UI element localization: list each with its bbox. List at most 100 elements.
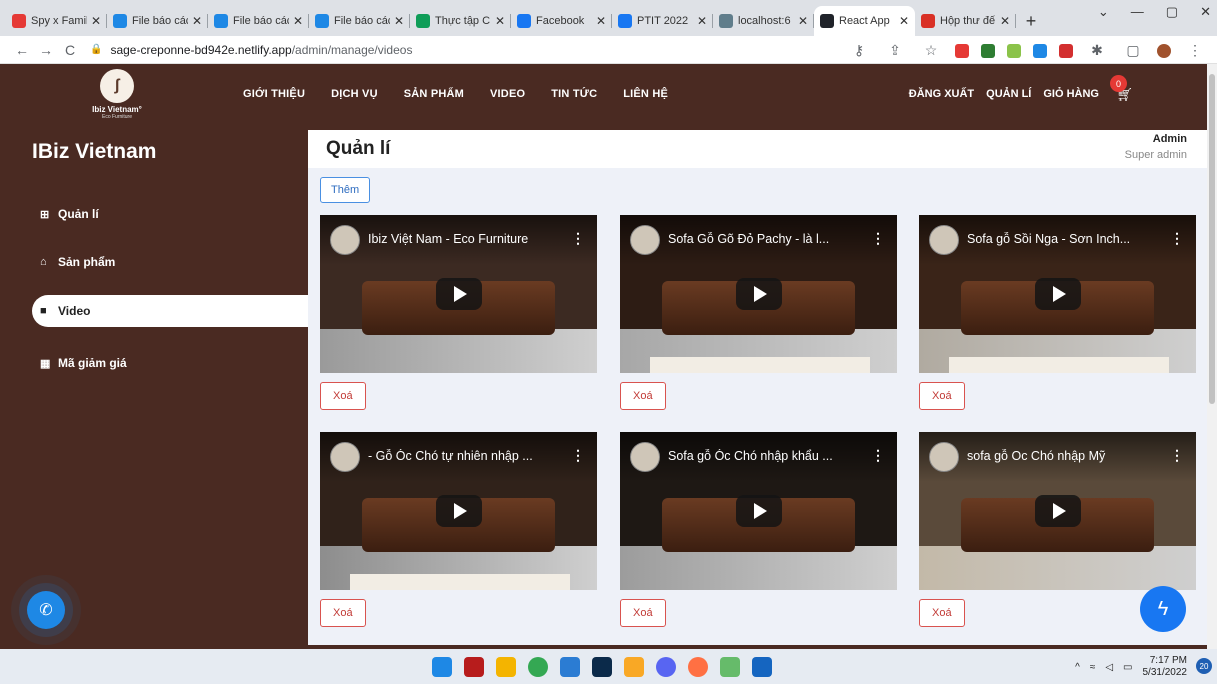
extension-icon[interactable] — [1059, 43, 1073, 58]
wifi-icon[interactable]: ≈ — [1090, 662, 1096, 673]
chrome-icon[interactable] — [528, 657, 548, 677]
browser-tab[interactable]: localhost:6 ✕ — [713, 6, 814, 36]
profile-avatar[interactable] — [1157, 43, 1171, 58]
site-logo[interactable]: ʃ Ibiz Vietnam° Eco Furniture — [72, 69, 162, 125]
nav-lien-he[interactable]: LIÊN HỆ — [623, 88, 668, 100]
video-title[interactable]: - Gỗ Óc Chó tự nhiên nhập ... — [368, 449, 567, 463]
browser-tab[interactable]: Thực tập C ✕ — [410, 6, 511, 36]
delete-video-button[interactable]: Xoá — [919, 382, 965, 410]
video-embed[interactable]: - Gỗ Óc Chó tự nhiên nhập ... ⋮ — [320, 432, 597, 590]
volume-icon[interactable]: ◁ — [1105, 662, 1113, 673]
puzzle-icon[interactable]: ✱ — [1085, 42, 1109, 59]
video-embed[interactable]: sofa gỗ Oc Chó nhập Mỹ ⋮ — [919, 432, 1196, 590]
more-options-icon[interactable]: ⋮ — [871, 230, 885, 247]
clock[interactable]: 7:17 PM 5/31/2022 — [1143, 655, 1188, 679]
video-embed[interactable]: Ibiz Việt Nam - Eco Furniture ⋮ — [320, 215, 597, 373]
more-options-icon[interactable]: ⋮ — [571, 230, 585, 247]
play-button-icon[interactable] — [735, 278, 782, 310]
tab-close-icon[interactable]: ✕ — [91, 14, 101, 28]
minimize-button[interactable]: — — [1131, 4, 1144, 20]
messenger-chat-button[interactable]: ϟ — [1140, 586, 1186, 632]
app-icon[interactable] — [624, 657, 644, 677]
video-embed[interactable]: Sofa gỗ Sồi Nga - Sơn Inch... ⋮ — [919, 215, 1196, 373]
logout-link[interactable]: ĐĂNG XUẤT — [909, 88, 974, 100]
play-button-icon[interactable] — [1034, 278, 1081, 310]
battery-icon[interactable]: ▭ — [1123, 662, 1132, 673]
delete-video-button[interactable]: Xoá — [320, 599, 366, 627]
vscode-icon[interactable] — [560, 657, 580, 677]
nav-tin-tuc[interactable]: TIN TỨC — [551, 88, 597, 100]
video-title[interactable]: Ibiz Việt Nam - Eco Furniture — [368, 232, 567, 246]
more-options-icon[interactable]: ⋮ — [1170, 230, 1184, 247]
word-icon[interactable] — [752, 657, 772, 677]
close-window-button[interactable]: ✕ — [1200, 4, 1211, 20]
browser-tab[interactable]: File báo các ✕ — [208, 6, 309, 36]
nav-gioi-thieu[interactable]: GIỚI THIỆU — [243, 88, 305, 100]
extension-icon[interactable] — [955, 43, 969, 58]
channel-avatar[interactable] — [630, 442, 660, 472]
url-field[interactable]: 🔒 sage-creponne-bd942e.netlify.app/admin… — [90, 43, 412, 57]
maximize-button[interactable]: ▢ — [1166, 4, 1178, 20]
channel-avatar[interactable] — [929, 442, 959, 472]
start-icon[interactable] — [432, 657, 452, 677]
extension-icon[interactable] — [1033, 43, 1047, 58]
key-icon[interactable]: ⚷ — [847, 42, 871, 59]
video-title[interactable]: sofa gỗ Oc Chó nhập Mỹ — [967, 449, 1166, 463]
delete-video-button[interactable]: Xoá — [620, 599, 666, 627]
add-video-button[interactable]: Thêm — [320, 177, 371, 203]
more-options-icon[interactable]: ⋮ — [1170, 447, 1184, 464]
nav-dich-vu[interactable]: DỊCH VỤ — [331, 88, 378, 100]
nav-san-pham[interactable]: SẢN PHẨM — [404, 88, 464, 100]
sidebar-item-ma-giam-gia[interactable]: ▦ Mã giảm giá — [32, 347, 308, 379]
delete-video-button[interactable]: Xoá — [919, 599, 965, 627]
phone-call-button[interactable]: ✆ — [27, 591, 65, 629]
browser-tab[interactable]: File báo các ✕ — [107, 6, 208, 36]
video-embed[interactable]: Sofa Gỗ Gõ Đỏ Pachy - là l... ⋮ — [620, 215, 897, 373]
extension-icon[interactable] — [1007, 43, 1021, 58]
browser-tab[interactable]: Facebook ✕ — [511, 6, 612, 36]
reload-icon[interactable]: C — [58, 42, 82, 58]
play-button-icon[interactable] — [435, 278, 482, 310]
manage-link[interactable]: QUẢN LÍ — [986, 88, 1031, 100]
sidepanel-icon[interactable]: ▢ — [1121, 42, 1145, 59]
play-button-icon[interactable] — [1034, 495, 1081, 527]
browser-tab[interactable]: PTIT 2022 ✕ — [612, 6, 713, 36]
sidebar-item-quan-li[interactable]: ⊞ Quản lí — [32, 198, 308, 230]
extension-icon[interactable] — [981, 43, 995, 58]
tab-close-icon[interactable]: ✕ — [697, 14, 707, 28]
channel-avatar[interactable] — [330, 225, 360, 255]
video-title[interactable]: Sofa Gỗ Gõ Đỏ Pachy - là l... — [668, 232, 867, 246]
tab-close-icon[interactable]: ✕ — [798, 14, 808, 28]
more-options-icon[interactable]: ⋮ — [871, 447, 885, 464]
share-icon[interactable]: ⇪ — [883, 42, 907, 59]
browser-tab[interactable]: File báo các ✕ — [309, 6, 410, 36]
tab-close-icon[interactable]: ✕ — [596, 14, 606, 28]
delete-video-button[interactable]: Xoá — [320, 382, 366, 410]
forward-icon[interactable]: → — [34, 42, 58, 58]
tab-close-icon[interactable]: ✕ — [293, 14, 303, 28]
tab-close-icon[interactable]: ✕ — [394, 14, 404, 28]
cart-link[interactable]: GIỎ HÀNG — [1043, 88, 1099, 100]
app-icon[interactable] — [720, 657, 740, 677]
sidebar-item-video[interactable]: ■ Video — [32, 295, 308, 327]
play-button-icon[interactable] — [735, 495, 782, 527]
star-icon[interactable]: ☆ — [919, 42, 943, 59]
channel-avatar[interactable] — [929, 225, 959, 255]
browser-tab[interactable]: React App ✕ — [814, 6, 915, 36]
tab-search-icon[interactable]: ⌄ — [1098, 4, 1109, 20]
browser-tab[interactable]: Hộp thư đế ✕ — [915, 6, 1016, 36]
scrollbar-thumb[interactable] — [1209, 74, 1215, 404]
tab-close-icon[interactable]: ✕ — [899, 14, 909, 28]
file-explorer-icon[interactable] — [496, 657, 516, 677]
sidebar-item-san-pham[interactable]: ⌂ Sản phẩm — [32, 246, 308, 278]
browser-tab[interactable]: Spy x Famil ✕ — [6, 6, 107, 36]
discord-icon[interactable] — [656, 657, 676, 677]
channel-avatar[interactable] — [330, 442, 360, 472]
delete-video-button[interactable]: Xoá — [620, 382, 666, 410]
notification-badge[interactable]: 20 — [1196, 658, 1212, 674]
postman-icon[interactable] — [688, 657, 708, 677]
page-scrollbar[interactable] — [1207, 64, 1217, 649]
chevron-up-icon[interactable]: ^ — [1075, 662, 1080, 673]
channel-avatar[interactable] — [630, 225, 660, 255]
photoshop-icon[interactable] — [592, 657, 612, 677]
